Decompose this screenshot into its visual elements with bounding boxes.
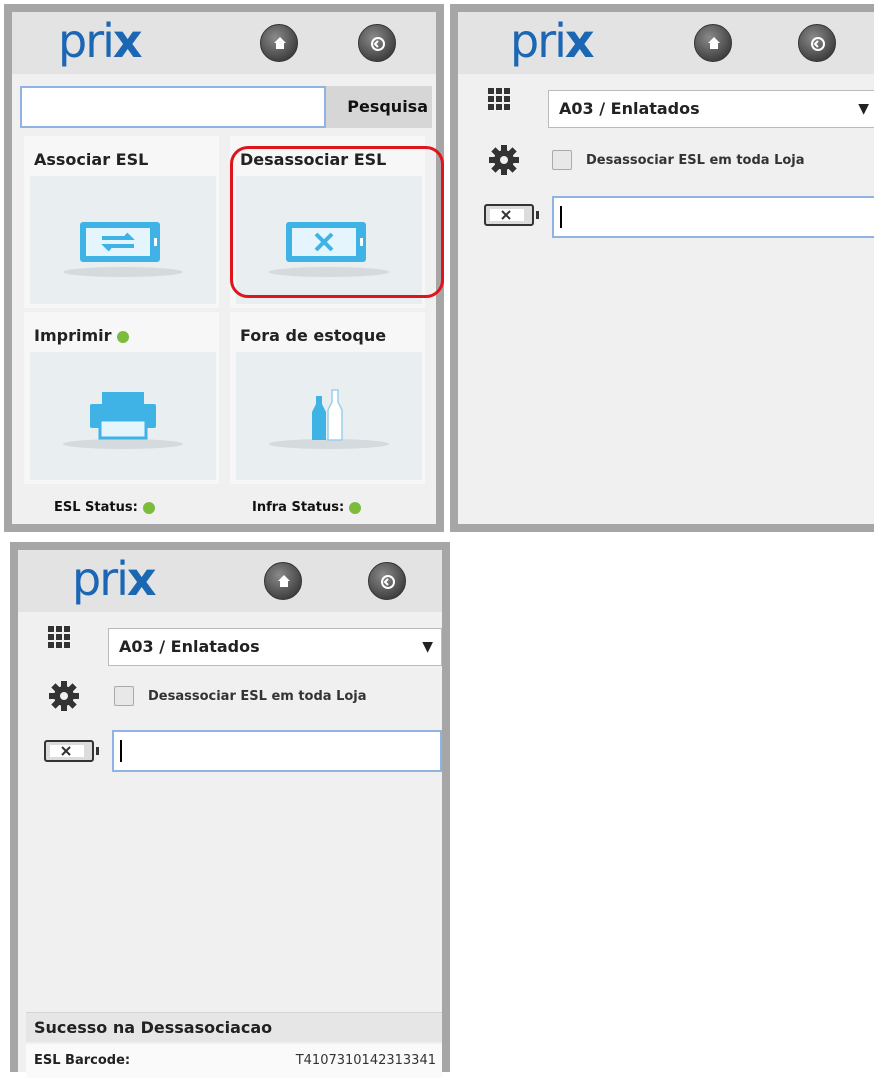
home-button[interactable] (264, 562, 302, 600)
store-wide-checkbox[interactable] (552, 150, 572, 170)
prix-logo: prix (510, 14, 595, 68)
app-header: prix (12, 12, 436, 74)
esl-barcode-input[interactable] (552, 196, 874, 238)
text-caret (560, 206, 562, 228)
main-menu-panel: prix Pesquisa Associar ESL Desassociar E… (4, 4, 444, 532)
logout-icon (381, 575, 395, 589)
success-title: Sucesso na Dessasociacao (26, 1012, 442, 1042)
store-wide-checkbox[interactable] (114, 686, 134, 706)
tile-label: Imprimir (34, 326, 129, 345)
tile-label: Fora de estoque (240, 326, 387, 345)
esl-barcode-row: ESL Barcode: T4107310142313341 (26, 1044, 442, 1078)
grid-icon[interactable] (48, 626, 70, 648)
home-icon (274, 37, 286, 49)
esl-disassociate-icon (484, 204, 539, 226)
logout-button[interactable] (358, 24, 396, 62)
search-button[interactable]: Pesquisa (326, 86, 432, 128)
logout-icon (811, 37, 825, 51)
esl-barcode-value: T4107310142313341 (295, 1053, 436, 1068)
grid-icon[interactable] (488, 88, 510, 110)
logout-icon (371, 37, 385, 51)
aisle-select[interactable]: A03 / Enlatados ▼ (108, 628, 442, 666)
logout-button[interactable] (798, 24, 836, 62)
prix-logo: prix (72, 552, 157, 606)
home-button[interactable] (694, 24, 732, 62)
home-button[interactable] (260, 24, 298, 62)
tile-label: Associar ESL (34, 150, 149, 169)
esl-status: ESL Status: (54, 500, 155, 515)
disassociate-result-panel: prix A03 / Enlatados ▼ Desassociar ESL em… (10, 542, 450, 1078)
esl-disassociate-icon (44, 740, 99, 762)
associate-esl-tile[interactable]: Associar ESL (24, 136, 219, 308)
store-wide-checkbox-label: Desassociar ESL em toda Loja (148, 689, 367, 704)
app-header: prix (18, 550, 442, 612)
esl-barcode-input[interactable] (112, 730, 442, 772)
dropdown-arrow-icon: ▼ (422, 639, 433, 655)
store-wide-checkbox-label: Desassociar ESL em toda Loja (586, 153, 805, 168)
out-of-stock-tile[interactable]: Fora de estoque (230, 312, 425, 484)
infra-status-dot (349, 501, 362, 514)
highlight-outline (230, 146, 444, 298)
gear-icon (49, 681, 79, 711)
esl-associate-icon (30, 176, 216, 304)
infra-status: Infra Status: (252, 500, 362, 515)
esl-barcode-label: ESL Barcode: (34, 1053, 131, 1068)
gear-icon (489, 145, 519, 175)
print-status-dot (116, 330, 129, 343)
disassociate-panel: prix A03 / Enlatados ▼ Desassociar ESL em… (450, 4, 874, 532)
bottles-icon (236, 352, 422, 480)
app-header: prix (458, 12, 874, 74)
printer-icon (30, 352, 216, 480)
text-caret (120, 740, 122, 762)
aisle-select[interactable]: A03 / Enlatados ▼ (548, 90, 874, 128)
search-input[interactable] (20, 86, 326, 128)
esl-status-dot (142, 501, 155, 514)
print-tile[interactable]: Imprimir (24, 312, 219, 484)
logout-button[interactable] (368, 562, 406, 600)
home-icon (278, 575, 290, 587)
prix-logo: prix (58, 14, 143, 68)
dropdown-arrow-icon: ▼ (858, 101, 869, 117)
home-icon (708, 37, 720, 49)
